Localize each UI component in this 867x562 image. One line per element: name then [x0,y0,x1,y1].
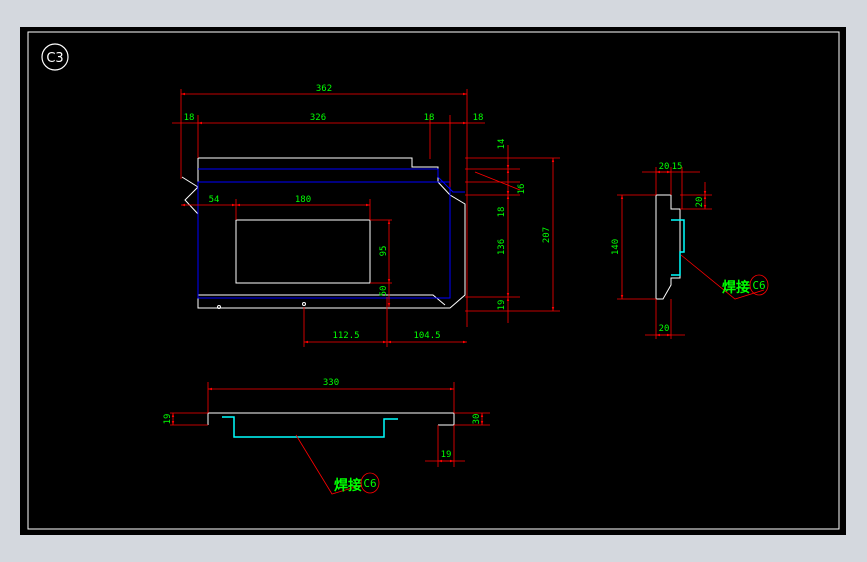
side-weld-note: 焊接 [722,279,750,296]
dim-opening-offset: 54 [209,195,220,205]
bottom-weld-size: C6 [363,477,376,490]
dim-side-top-b: 15 [672,162,683,172]
dim-side-height: 140 [611,239,621,255]
dim-side-top-a: 20 [659,162,670,172]
drawing-canvas: C3 362 326 18 18 18 54 180 95 50 112.5 1… [20,27,846,535]
plan-outline [184,157,466,309]
side-weld-size: C6 [752,279,765,292]
dim-right-inner: 136 [497,239,507,255]
dim-side-bottom: 20 [659,324,670,334]
side-outline [655,194,681,300]
plan-view: 362 326 18 18 18 54 180 95 50 112.5 104.… [172,84,560,347]
dim-overall-width: 362 [316,84,332,94]
dim-left-flange: 18 [184,113,195,123]
bottom-view: 330 19 30 19 焊接 C6 [163,378,490,495]
side-weld-line [671,219,685,276]
dim-opening-height: 95 [379,246,389,257]
dim-right-flange-a: 18 [424,113,435,123]
drawing-frame [27,31,840,530]
sheet-tag: C3 [41,43,69,71]
dim-opening-width: 180 [295,195,311,205]
side-dimension-lines [620,170,765,337]
dim-bottom-length: 330 [323,378,339,388]
dim-right-flange-b: 18 [473,113,484,123]
dim-hole-right: 104.5 [413,331,440,341]
plan-dimension-lines [172,92,555,344]
bottom-outline [207,412,455,426]
dim-right-top: 14 [497,139,507,150]
plan-hole-center [302,302,306,306]
dim-bottom-right-h: 30 [472,414,482,425]
bottom-weld-note: 焊接 [334,477,362,494]
tag-label: C3 [46,51,63,66]
dim-inner-width: 326 [310,113,326,123]
plan-opening [235,219,371,284]
dim-right-bottom: 19 [497,300,507,311]
dim-bottom-left-h: 19 [163,414,173,425]
dim-right-chamfer: 16 [517,184,527,195]
bottom-weld-line [222,416,398,438]
dim-right-flange-v: 18 [497,207,507,218]
dim-opening-bottom: 50 [379,286,389,297]
dim-right-overall: 207 [542,227,552,243]
hidden-line-top [198,168,465,193]
plan-bottom-flange [198,294,446,306]
side-extension-lines [617,167,712,339]
dim-side-lip: 20 [695,197,705,208]
dim-hole-left: 112.5 [332,331,359,341]
cad-drawing: C3 362 326 18 18 18 54 180 95 50 112.5 1… [27,31,840,530]
plan-hole-left [217,305,221,309]
side-view: 20 15 20 140 20 焊接 C6 [611,162,769,339]
plan-chamfer-line [181,176,199,188]
bottom-dimension-lines [171,387,484,495]
dim-bottom-right-w: 19 [441,450,452,460]
